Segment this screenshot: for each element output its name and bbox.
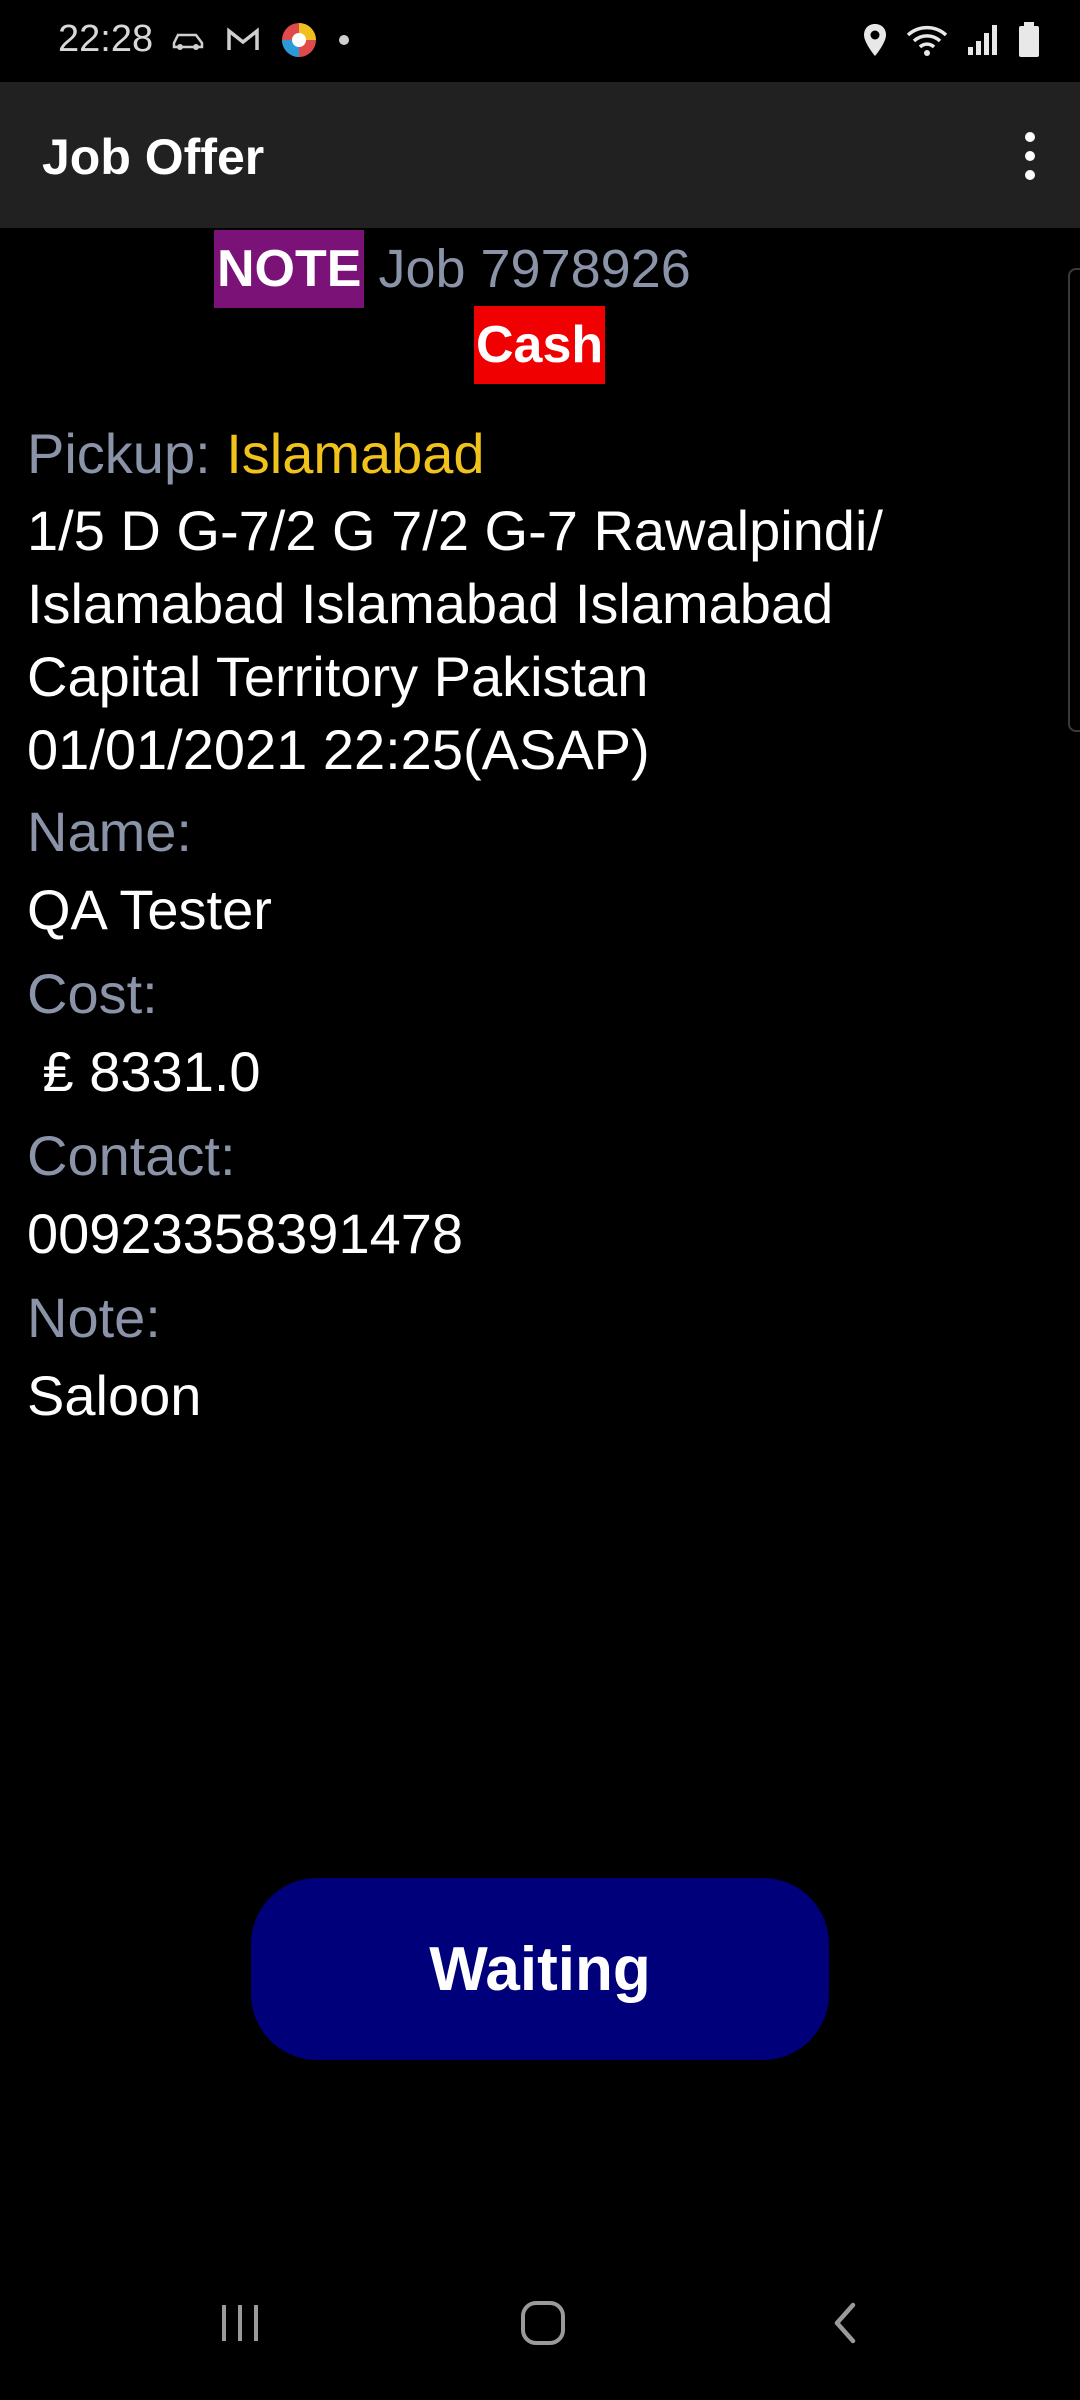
cost-value: ₤ 8331.0 xyxy=(27,1040,261,1103)
contact-label: Contact: xyxy=(27,1124,236,1187)
app-icon xyxy=(280,21,318,59)
back-button[interactable] xyxy=(795,2280,895,2370)
dot-icon xyxy=(338,34,350,46)
more-vert-icon xyxy=(1025,132,1035,142)
signal-icon xyxy=(966,23,1000,57)
cost-label: Cost: xyxy=(27,962,158,1025)
address-line: Islamabad Islamabad Islamabad xyxy=(27,572,834,635)
note-badge: NOTE xyxy=(214,230,365,308)
pickup-row: Pickup: Islamabad xyxy=(27,418,1047,490)
job-header: NOTE Job 7978926 xyxy=(214,230,691,308)
name-label: Name: xyxy=(27,800,192,863)
recents-icon xyxy=(218,2303,262,2348)
name-value: QA Tester xyxy=(27,878,272,941)
back-icon xyxy=(827,2299,863,2352)
more-vert-icon-dot xyxy=(1025,151,1035,161)
address-line: 1/5 D G-7/2 G 7/2 G-7 Rawalpindi/ xyxy=(27,499,883,562)
wifi-icon xyxy=(906,23,948,57)
note-value: Saloon xyxy=(27,1364,202,1427)
navigation-bar xyxy=(0,2260,1080,2400)
app-bar: Job Offer xyxy=(0,82,1080,228)
status-time: 22:28 xyxy=(58,18,154,60)
car-icon xyxy=(170,29,206,51)
pickup-datetime: 01/01/2021 22:25(ASAP) xyxy=(27,718,650,781)
job-details: Pickup: Islamabad 1/5 D G-7/2 G 7/2 G-7 … xyxy=(27,418,1047,1444)
status-system-icons xyxy=(862,18,1040,62)
home-icon xyxy=(519,2299,567,2352)
scrollbar[interactable] xyxy=(1068,268,1080,732)
status-bar: 22:28 xyxy=(0,0,1080,82)
address-line: Capital Territory Pakistan xyxy=(27,645,649,708)
home-button[interactable] xyxy=(493,2280,593,2370)
status-notification-icons xyxy=(170,18,350,62)
note-label: Note: xyxy=(27,1286,161,1349)
page-title: Job Offer xyxy=(42,129,265,185)
payment-badge: Cash xyxy=(474,306,606,384)
location-icon xyxy=(862,23,888,57)
gmail-icon xyxy=(226,27,260,53)
more-vert-icon-dot xyxy=(1025,170,1035,180)
waiting-button[interactable]: Waiting xyxy=(251,1878,829,2060)
more-options-button[interactable] xyxy=(1000,120,1060,192)
battery-icon xyxy=(1018,22,1040,58)
job-number: Job 7978926 xyxy=(378,239,691,299)
recents-button[interactable] xyxy=(190,2280,290,2370)
pickup-address: 1/5 D G-7/2 G 7/2 G-7 Rawalpindi/ Islama… xyxy=(27,494,1047,786)
contact-value[interactable]: 00923358391478 xyxy=(27,1198,1047,1270)
pickup-label: Pickup: xyxy=(27,422,211,485)
pickup-city: Islamabad xyxy=(226,422,485,485)
